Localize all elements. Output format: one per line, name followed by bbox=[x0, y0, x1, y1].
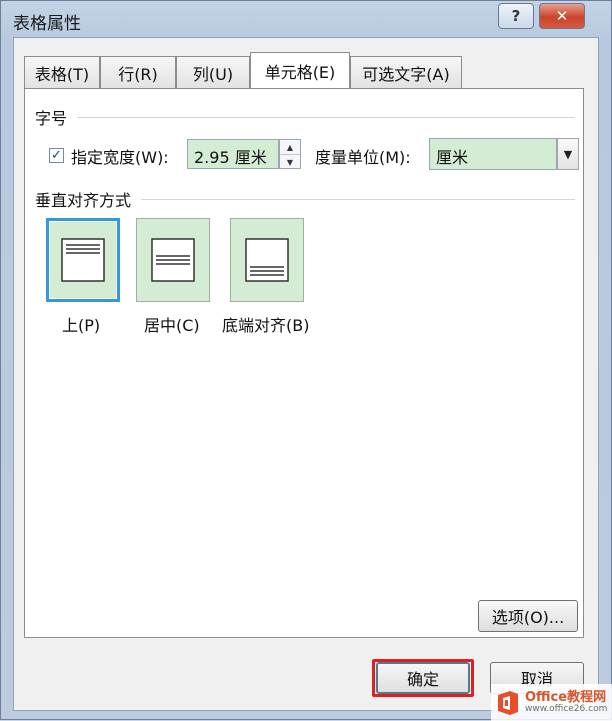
align-bottom-label: 底端对齐(B) bbox=[222, 316, 310, 335]
align-top-icon bbox=[61, 238, 105, 282]
spin-up-icon[interactable]: ▲ bbox=[280, 140, 300, 154]
cell-tab-panel: 字号 ✓ 指定宽度(W): 2.95 厘米 ▲ ▼ 度量单位(M): 厘米 ▼ … bbox=[24, 88, 584, 638]
tab-table[interactable]: 表格(T) bbox=[24, 56, 100, 88]
specify-width-label: 指定宽度(W): bbox=[71, 148, 169, 167]
watermark: Office教程网 www.office26.com bbox=[491, 684, 612, 721]
width-input[interactable]: 2.95 厘米 bbox=[187, 139, 279, 169]
watermark-brand: Office教程网 bbox=[525, 690, 607, 705]
tab-alt-text[interactable]: 可选文字(A) bbox=[350, 56, 462, 88]
valign-group-divider bbox=[141, 199, 575, 200]
size-group-divider bbox=[77, 117, 575, 118]
specify-width-checkbox[interactable]: ✓ bbox=[49, 148, 64, 163]
checkmark-icon: ✓ bbox=[51, 148, 62, 163]
unit-label: 度量单位(M): bbox=[315, 148, 411, 167]
align-top-label: 上(P) bbox=[62, 316, 101, 335]
tab-column[interactable]: 列(U) bbox=[176, 56, 250, 88]
close-button[interactable]: ✕ bbox=[539, 3, 585, 29]
align-bottom-button[interactable] bbox=[230, 218, 304, 302]
align-center-icon bbox=[151, 238, 195, 282]
align-center-button[interactable] bbox=[136, 218, 210, 302]
table-properties-dialog: 表格属性 ? ✕ 表格(T) 行(R) 列(U) 单元格(E) 可选文字(A) … bbox=[0, 0, 612, 721]
tab-row[interactable]: 行(R) bbox=[100, 56, 176, 88]
ok-button[interactable]: 确定 bbox=[376, 662, 470, 694]
size-group-title: 字号 bbox=[35, 109, 68, 128]
options-button[interactable]: 选项(O)... bbox=[478, 600, 578, 632]
chevron-down-icon[interactable]: ▼ bbox=[557, 138, 579, 170]
unit-select[interactable]: 厘米 bbox=[429, 138, 557, 170]
office-logo-icon bbox=[498, 690, 518, 715]
valign-group-title: 垂直对齐方式 bbox=[35, 191, 132, 210]
align-top-button[interactable] bbox=[46, 218, 120, 302]
help-button[interactable]: ? bbox=[498, 3, 534, 29]
dialog-title: 表格属性 bbox=[13, 14, 81, 34]
spin-down-icon[interactable]: ▼ bbox=[280, 154, 300, 169]
width-spinner[interactable]: ▲ ▼ bbox=[279, 139, 301, 169]
align-bottom-icon bbox=[245, 238, 289, 282]
dialog-body: 表格(T) 行(R) 列(U) 单元格(E) 可选文字(A) 字号 ✓ 指定宽度… bbox=[13, 37, 599, 711]
align-center-label: 居中(C) bbox=[144, 316, 200, 335]
tab-cell[interactable]: 单元格(E) bbox=[250, 52, 350, 88]
watermark-url: www.office26.com bbox=[525, 704, 608, 714]
